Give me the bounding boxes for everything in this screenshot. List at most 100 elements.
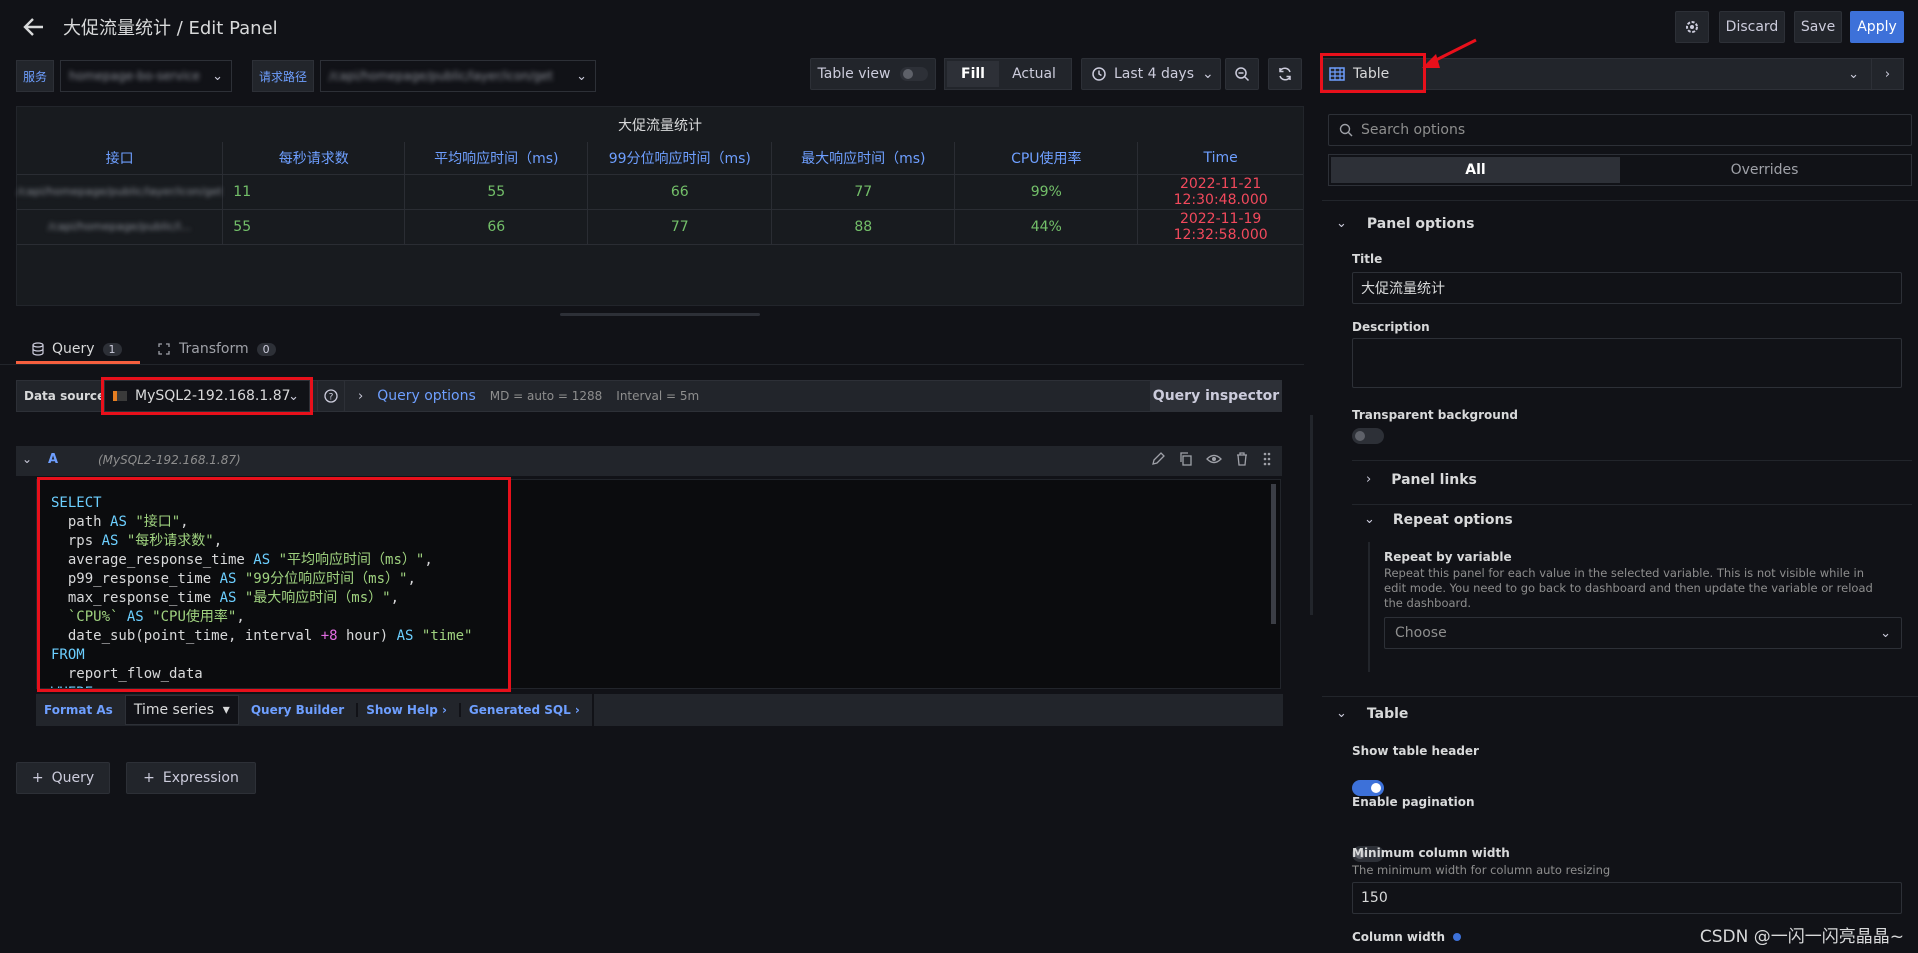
page-title: 大促流量统计 / Edit Panel [63,18,278,39]
add-query-button[interactable]: + Query [16,762,110,794]
caret-down-icon: ▾ [222,702,230,718]
discard-button[interactable]: Discard [1719,11,1785,43]
datasource-picker[interactable]: MySQL2-192.168.1.87 ⌄ [104,380,310,412]
chevron-down-icon: ⌄ [1202,66,1214,82]
refresh-button[interactable] [1268,58,1302,90]
column-header[interactable]: 平均响应时间（ms) [404,142,589,175]
query-options-toggle[interactable]: › Query options MD = auto = 1288 Interva… [358,388,699,404]
visualization-picker[interactable]: Table ⌄ › [1320,58,1904,90]
column-header[interactable]: 接口 [17,142,224,175]
back-button[interactable] [18,12,50,42]
panel-links-header[interactable]: › Panel links [1366,472,1477,488]
panel-title: 大促流量统计 [618,118,702,134]
column-width-label: Column width [1352,930,1461,944]
help-button[interactable]: ? [317,380,345,412]
table-options-header[interactable]: ⌄ Table [1336,706,1408,722]
copy-icon[interactable] [1178,451,1194,467]
tab-all[interactable]: All [1331,157,1620,183]
query-builder-button[interactable]: Query Builder [243,703,352,717]
tab-transform[interactable]: Transform 0 [157,334,276,364]
transparent-toggle[interactable] [1352,428,1384,444]
apply-button[interactable]: Apply [1850,11,1904,43]
variable-label: 服务 [16,60,55,92]
actual-button[interactable]: Actual [999,61,1069,87]
show-help-button[interactable]: Show Help › [356,703,455,717]
fill-actual-group: Fill Actual [944,58,1072,90]
description-textarea[interactable] [1352,338,1902,388]
svg-text:?: ? [329,393,334,403]
divider [0,364,1304,365]
chevron-down-icon: ⌄ [1848,66,1859,82]
min-column-width-input[interactable]: 150 [1352,882,1902,914]
variable-path: 请求路径 /capi/homepage/public/layer/icon/ge… [252,60,597,92]
format-select[interactable]: Time series ▾ [124,695,239,725]
mysql-icon [113,391,127,401]
datasource-label: Data source [24,389,106,403]
save-button[interactable]: Save [1794,11,1842,43]
trash-icon[interactable] [1234,451,1250,467]
query-row-actions [1150,451,1272,467]
chevron-down-icon: ⌄ [212,68,224,84]
time-range-picker[interactable]: Last 4 days ⌄ [1081,58,1221,90]
collapse-options-button[interactable]: › [1871,59,1903,89]
table-view-toggle[interactable]: Table view [810,58,936,90]
sql-code: SELECT path AS "接口", rps AS "每秒请求数", ave… [51,495,473,688]
repeat-options-header[interactable]: ⌄ Repeat options [1364,512,1513,528]
tab-query[interactable]: Query 1 [32,334,122,364]
service-select[interactable]: homepage-bo-service ⌄ [60,60,233,92]
options-tabs: All Overrides [1328,154,1912,186]
chevron-down-icon: ⌄ [1336,706,1347,721]
table-row: /capi/homepage/public/layer/icon/get 11 … [17,174,1303,210]
settings-button[interactable] [1675,11,1709,43]
column-header[interactable]: 99分位响应时间（ms) [587,142,773,175]
panel-options-header[interactable]: ⌄ Panel options [1336,216,1474,232]
pane-splitter[interactable] [1310,415,1313,615]
collapse-query-button[interactable]: ⌄ [22,452,32,466]
generated-sql-button[interactable]: Generated SQL › [458,703,588,717]
gear-icon [1686,21,1698,33]
sql-footer: Format As Time series ▾ Query Builder Sh… [36,694,1283,726]
sql-editor[interactable]: SELECT path AS "接口", rps AS "每秒请求数", ave… [36,479,1281,689]
column-header[interactable]: 最大响应时间（ms) [771,142,956,175]
column-header[interactable]: CPU使用率 [954,142,1139,175]
chevron-right-icon: › [1366,472,1372,487]
edit-icon[interactable] [1150,451,1166,467]
show-header-toggle[interactable] [1352,780,1384,796]
editor-scrollbar[interactable] [1271,484,1276,624]
min-column-width-description: The minimum width for column auto resizi… [1352,863,1611,877]
chevron-down-icon: ⌄ [1336,216,1347,231]
variable-label: 请求路径 [252,60,315,92]
question-circle-icon: ? [324,389,338,403]
zoom-out-button[interactable] [1225,58,1259,90]
query-inspector-button[interactable]: Query inspector [1150,380,1282,412]
repeat-variable-select[interactable]: Choose ⌄ [1384,617,1902,649]
column-header[interactable]: Time [1137,142,1303,175]
fill-button[interactable]: Fill [947,61,999,87]
database-icon [32,342,44,356]
path-select[interactable]: /capi/homepage/public/layer/icon/get ⌄ [320,60,597,92]
variable-service: 服务 homepage-bo-service ⌄ [16,60,233,92]
eye-icon[interactable] [1206,451,1222,467]
title-input[interactable]: 大促流量统计 [1352,272,1902,304]
min-column-width-label: Minimum column width [1352,846,1510,860]
refresh-icon [1279,67,1291,81]
column-header[interactable]: 每秒请求数 [222,142,406,175]
panel-resize-handle[interactable] [560,313,760,316]
plus-icon: + [31,770,44,786]
tab-overrides[interactable]: Overrides [1620,157,1909,183]
title-label: Title [1352,252,1383,266]
transparent-label: Transparent background [1352,408,1518,422]
chevron-down-icon: ⌄ [576,68,588,84]
drag-handle-icon[interactable] [1262,451,1272,467]
search-options-input[interactable]: Search options [1328,114,1912,146]
chevron-right-icon: › [358,388,364,404]
pagination-label: Enable pagination [1352,795,1475,809]
table-view-switch[interactable] [900,67,929,81]
chevron-down-icon: ⌄ [288,388,299,404]
clock-icon [1092,67,1106,81]
table-icon [1329,67,1345,81]
table-panel: 大促流量统计 接口 每秒请求数 平均响应时间（ms) 99分位响应时间（ms) … [16,106,1304,306]
query-ref-id[interactable]: A [48,452,58,467]
add-expression-button[interactable]: + Expression [126,762,256,794]
arrow-left-icon [23,18,43,36]
